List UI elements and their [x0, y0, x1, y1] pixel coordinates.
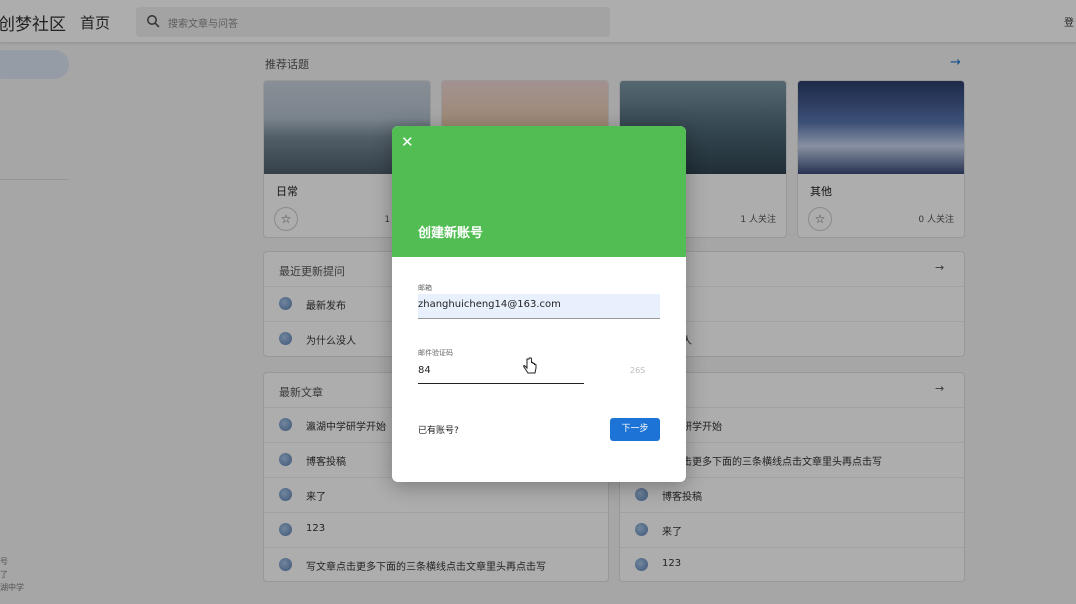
- dialog-title: 创建新账号: [418, 226, 484, 241]
- close-icon[interactable]: ✕: [401, 133, 414, 151]
- email-value: zhanghuicheng14@163.com: [418, 299, 561, 310]
- hand-cursor-icon: [523, 357, 537, 374]
- code-label: 邮件验证码: [418, 349, 453, 357]
- code-value: 84: [418, 365, 431, 376]
- email-field[interactable]: zhanghuicheng14@163.com: [418, 294, 660, 319]
- create-account-dialog: ✕ 创建新账号 邮箱 zhanghuicheng14@163.com 邮件验证码…: [392, 126, 686, 482]
- next-button[interactable]: 下一步: [610, 418, 660, 441]
- have-account-link[interactable]: 已有账号?: [418, 423, 459, 436]
- resend-countdown: 26S: [630, 366, 646, 375]
- verification-code-field[interactable]: 84: [418, 359, 584, 384]
- email-label: 邮箱: [418, 284, 432, 292]
- dialog-header: ✕ 创建新账号: [392, 126, 686, 257]
